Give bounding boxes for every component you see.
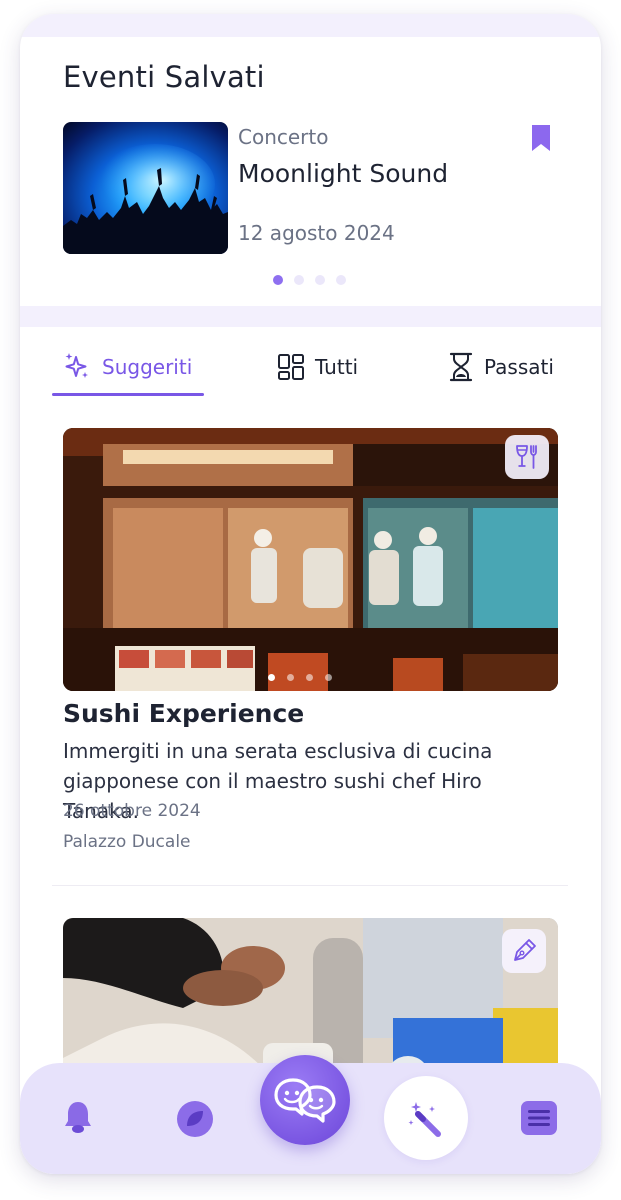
tab-label: Suggeriti [102,355,193,379]
chat-faces-icon [274,1078,336,1123]
saved-event-thumbnail[interactable] [63,122,228,254]
event-date: 26 ottobre 2024 [63,801,201,821]
magic-wand-icon [408,1102,441,1137]
wine-utensils-icon [516,445,537,469]
top-band [20,14,601,37]
saved-carousel-dots [273,275,346,285]
tab-past[interactable]: Passati [448,348,554,386]
category-badge [502,929,546,973]
nav-magic-button[interactable] [384,1076,468,1160]
sparkles-icon [65,353,88,378]
leaf-icon [177,1101,213,1137]
image-dot[interactable] [268,674,275,681]
grid-icon [278,354,304,380]
active-tab-indicator [52,393,204,396]
image-dot[interactable] [325,674,332,681]
section-separator [20,306,601,327]
nav-explore[interactable] [173,1097,217,1141]
saved-event-date: 12 agosto 2024 [238,221,395,245]
tab-all[interactable]: Tutti [277,348,358,386]
nav-menu[interactable] [518,1097,560,1139]
carousel-dot[interactable] [273,275,283,285]
tab-label: Passati [484,355,554,379]
nav-chat-button[interactable] [260,1055,350,1145]
restaurant-kitchen-image [63,428,558,691]
tab-label: Tutti [315,355,359,379]
tab-suggested[interactable]: Suggeriti [62,348,192,386]
image-dot[interactable] [306,674,313,681]
event-image-dots [268,674,332,681]
event-image-sushi[interactable] [63,428,558,691]
bell-icon [65,1102,91,1133]
carousel-dot[interactable] [294,275,304,285]
nav-notifications[interactable] [58,1097,98,1137]
concert-crowd-image [63,144,228,254]
menu-icon [521,1101,557,1135]
image-dot[interactable] [287,674,294,681]
saved-event-category: Concerto [238,125,329,149]
carousel-dot[interactable] [336,275,346,285]
section-title-saved-events: Eventi Salvati [63,60,265,94]
saved-event-name[interactable]: Moonlight Sound [238,159,448,188]
category-badge [505,435,549,479]
carousel-dot[interactable] [315,275,325,285]
bookmark-icon[interactable] [530,124,552,152]
event-title[interactable]: Sushi Experience [63,699,304,728]
card-divider [52,885,568,886]
app-screen: Eventi Salvati Concerto Moonlight Sound … [20,14,601,1174]
pen-nib-icon [514,939,536,961]
hourglass-icon [449,352,473,382]
event-place: Palazzo Ducale [63,832,191,852]
